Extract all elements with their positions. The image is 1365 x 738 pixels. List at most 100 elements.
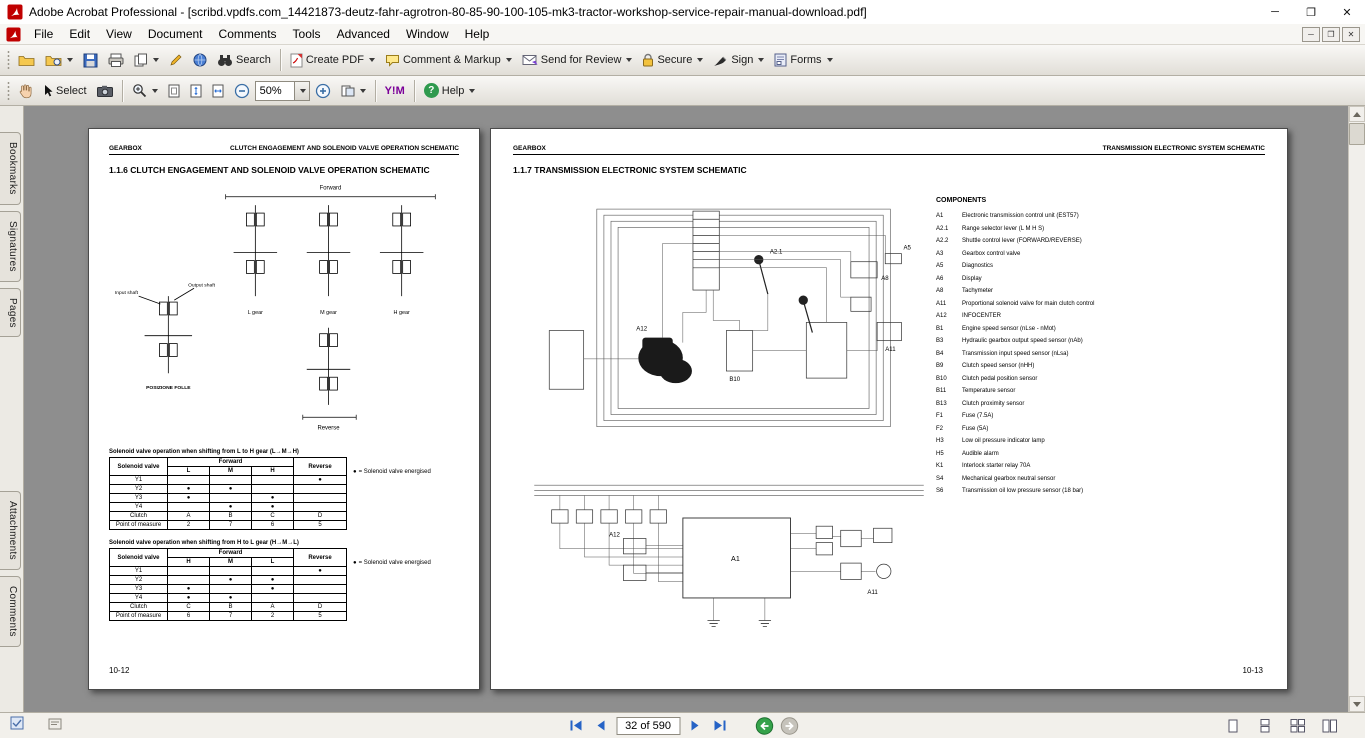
hand-tool-button[interactable] bbox=[13, 78, 38, 103]
attach-button[interactable] bbox=[164, 48, 188, 73]
send-for-review-button[interactable]: Send for Review bbox=[517, 48, 638, 73]
component-item: A12 INFOCENTER bbox=[936, 310, 1271, 323]
organizer-button[interactable] bbox=[40, 48, 78, 73]
continuous-view-button[interactable] bbox=[1253, 716, 1277, 736]
comment-markup-label: Comment & Markup bbox=[403, 54, 501, 66]
column-header: Reverse bbox=[294, 549, 347, 567]
single-page-icon bbox=[1227, 719, 1239, 733]
email-button[interactable] bbox=[188, 48, 212, 73]
next-view-button[interactable] bbox=[779, 716, 799, 736]
zoom-dropdown-button[interactable] bbox=[294, 82, 309, 100]
help-button[interactable]: ? Help bbox=[419, 78, 481, 103]
menu-item[interactable]: Help bbox=[457, 25, 498, 43]
page-number: 10-13 bbox=[1243, 666, 1263, 675]
copy-pages-button[interactable] bbox=[129, 48, 164, 73]
component-item: A5 Diagnostics bbox=[936, 260, 1271, 273]
menu-item[interactable]: File bbox=[26, 25, 61, 43]
previous-view-button[interactable] bbox=[754, 716, 774, 736]
previous-page-button[interactable] bbox=[591, 716, 611, 736]
page-display-button[interactable] bbox=[336, 78, 371, 103]
minus-circle-icon bbox=[234, 83, 250, 99]
menu-item[interactable]: Tools bbox=[285, 25, 329, 43]
open-button[interactable] bbox=[13, 48, 40, 73]
sidebar-tab[interactable]: Signatures bbox=[0, 211, 21, 282]
svg-text:A12: A12 bbox=[636, 327, 647, 333]
sidebar-tab[interactable]: Comments bbox=[0, 576, 21, 647]
menu-item[interactable]: Comments bbox=[211, 25, 285, 43]
running-header: GEARBOX TRANSMISSION ELECTRONIC SYSTEM S… bbox=[513, 145, 1265, 155]
svg-text:A5: A5 bbox=[903, 246, 911, 252]
svg-text:Input shaft: Input shaft bbox=[115, 290, 139, 296]
menu-item[interactable]: Window bbox=[398, 25, 457, 43]
doc-close-button[interactable]: ✕ bbox=[1342, 27, 1360, 42]
fit-page-button[interactable] bbox=[185, 78, 207, 103]
pdf-page-right[interactable]: GEARBOX TRANSMISSION ELECTRONIC SYSTEM S… bbox=[490, 128, 1288, 690]
actual-size-button[interactable] bbox=[163, 78, 185, 103]
sidebar-tab[interactable]: Pages bbox=[0, 288, 21, 338]
form-icon bbox=[774, 53, 787, 67]
create-pdf-button[interactable]: Create PDF bbox=[285, 48, 380, 73]
sub-header: L bbox=[168, 467, 210, 476]
next-page-button[interactable] bbox=[685, 716, 705, 736]
close-button[interactable]: ✕ bbox=[1329, 0, 1365, 24]
yahoo-messenger-button[interactable]: Y!M bbox=[380, 78, 410, 103]
camera-icon bbox=[97, 85, 113, 97]
dropdown-arrow-icon bbox=[153, 58, 159, 62]
zoom-in-button[interactable] bbox=[310, 78, 336, 103]
minimize-button[interactable]: ─ bbox=[1257, 0, 1293, 24]
print-icon bbox=[108, 53, 124, 67]
toolbar-separator bbox=[414, 80, 415, 102]
facing-view-button[interactable] bbox=[1317, 716, 1341, 736]
maximize-button[interactable]: ❐ bbox=[1293, 0, 1329, 24]
doc-minimize-button[interactable]: ─ bbox=[1302, 27, 1320, 42]
page-indicator-input[interactable] bbox=[616, 717, 680, 735]
document-status-button[interactable] bbox=[10, 716, 24, 735]
document-pane[interactable]: GEARBOX CLUTCH ENGAGEMENT AND SOLENOID V… bbox=[24, 106, 1365, 712]
binoculars-icon bbox=[217, 53, 233, 67]
forms-button[interactable]: Forms bbox=[769, 48, 837, 73]
continuous-facing-view-button[interactable] bbox=[1285, 716, 1309, 736]
single-page-view-button[interactable] bbox=[1221, 716, 1245, 736]
table-legend: ● = Solenoid valve energised bbox=[353, 469, 431, 475]
secure-button[interactable]: Secure bbox=[637, 48, 708, 73]
toolbar-grip[interactable] bbox=[7, 81, 10, 101]
previous-page-icon bbox=[597, 720, 606, 731]
dropdown-arrow-icon bbox=[300, 89, 306, 93]
zoom-input[interactable] bbox=[256, 82, 294, 100]
menu-item[interactable]: Advanced bbox=[329, 25, 398, 43]
menu-item[interactable]: Document bbox=[140, 25, 211, 43]
continuous-facing-icon bbox=[1290, 719, 1305, 733]
menu-item[interactable]: View bbox=[98, 25, 140, 43]
last-page-button[interactable] bbox=[710, 716, 730, 736]
globe-icon bbox=[193, 53, 207, 67]
toolbar-grip[interactable] bbox=[7, 50, 10, 70]
sidebar-tab[interactable]: Attachments bbox=[0, 491, 21, 570]
document-window-controls: ─❐✕ bbox=[1302, 27, 1360, 42]
sidebar-tab[interactable]: Bookmarks bbox=[0, 132, 21, 205]
vertical-scrollbar[interactable] bbox=[1348, 106, 1365, 712]
zoom-out-button[interactable] bbox=[229, 78, 255, 103]
component-item: B9 Clutch speed sensor (nHH) bbox=[936, 360, 1271, 373]
select-tool-button[interactable]: Select bbox=[38, 78, 92, 103]
doc-restore-button[interactable]: ❐ bbox=[1322, 27, 1340, 42]
zoom-tool-button[interactable] bbox=[127, 78, 163, 103]
legend-text: = Solenoid valve energised bbox=[359, 469, 431, 475]
print-button[interactable] bbox=[103, 48, 129, 73]
component-item: A2.2 Shuttle control lever (FORWARD/REVE… bbox=[936, 235, 1271, 248]
scroll-up-button[interactable] bbox=[1349, 106, 1365, 122]
table-legend: ● = Solenoid valve energised bbox=[353, 560, 431, 566]
scroll-down-button[interactable] bbox=[1349, 696, 1365, 712]
pdf-page-left[interactable]: GEARBOX CLUTCH ENGAGEMENT AND SOLENOID V… bbox=[88, 128, 480, 690]
menu-item[interactable]: Edit bbox=[61, 25, 98, 43]
statusbar-options-button[interactable] bbox=[48, 717, 62, 735]
comment-markup-button[interactable]: Comment & Markup bbox=[380, 48, 517, 73]
first-page-button[interactable] bbox=[566, 716, 586, 736]
save-button[interactable] bbox=[78, 48, 103, 73]
search-button[interactable]: Search bbox=[212, 48, 276, 73]
table-row: Clutch A B C D bbox=[110, 512, 347, 521]
component-item: B3 Hydraulic gearbox output speed sensor… bbox=[936, 335, 1271, 348]
fit-width-button[interactable] bbox=[207, 78, 229, 103]
snapshot-button[interactable] bbox=[92, 78, 118, 103]
scrollbar-thumb[interactable] bbox=[1349, 123, 1365, 145]
sign-button[interactable]: Sign bbox=[708, 48, 769, 73]
